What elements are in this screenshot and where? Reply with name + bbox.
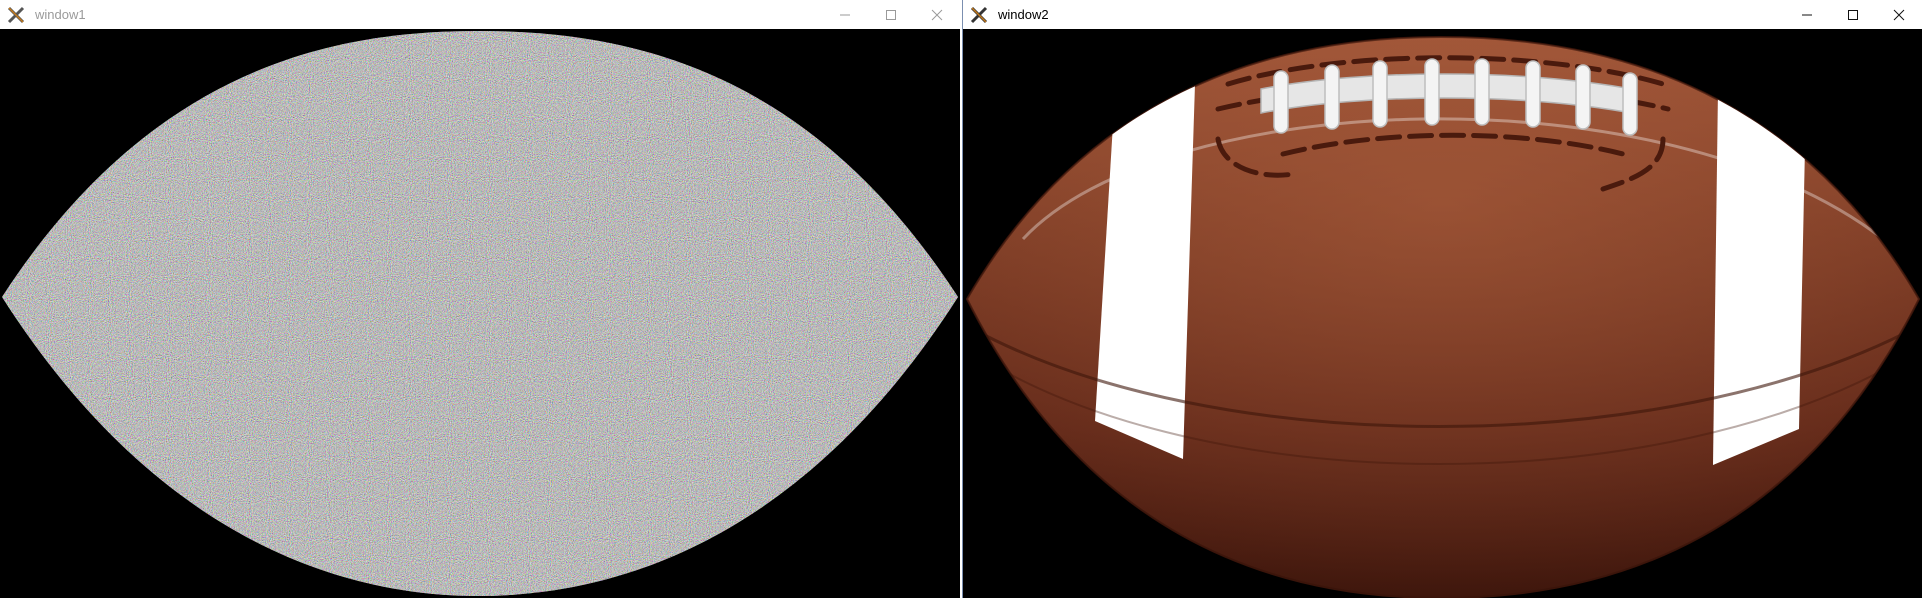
close-button[interactable]: [914, 0, 960, 29]
x-server-icon: [5, 4, 27, 26]
window1[interactable]: window1: [0, 0, 960, 598]
minimize-icon: [1802, 14, 1812, 15]
window2-titlebar[interactable]: window2: [963, 0, 1922, 29]
window2-title: window2: [998, 7, 1049, 22]
maximize-button[interactable]: [1830, 0, 1876, 29]
window1-title: window1: [35, 7, 86, 22]
minimize-icon: [840, 14, 850, 15]
close-icon: [1893, 9, 1905, 20]
close-button[interactable]: [1876, 0, 1922, 29]
window1-canvas[interactable]: [0, 29, 960, 598]
window2[interactable]: window2: [962, 0, 1922, 598]
window2-canvas[interactable]: [963, 29, 1922, 598]
window1-titlebar[interactable]: window1: [0, 0, 960, 29]
maximize-icon: [1848, 9, 1858, 20]
noise-football-shape: [0, 29, 960, 598]
minimize-button[interactable]: [1784, 0, 1830, 29]
close-icon: [931, 9, 943, 20]
maximize-icon: [886, 9, 896, 20]
background-window-edge: [1922, 0, 1929, 598]
x-server-icon: [968, 4, 990, 26]
maximize-button[interactable]: [868, 0, 914, 29]
minimize-button[interactable]: [822, 0, 868, 29]
american-football-image: [963, 29, 1922, 598]
